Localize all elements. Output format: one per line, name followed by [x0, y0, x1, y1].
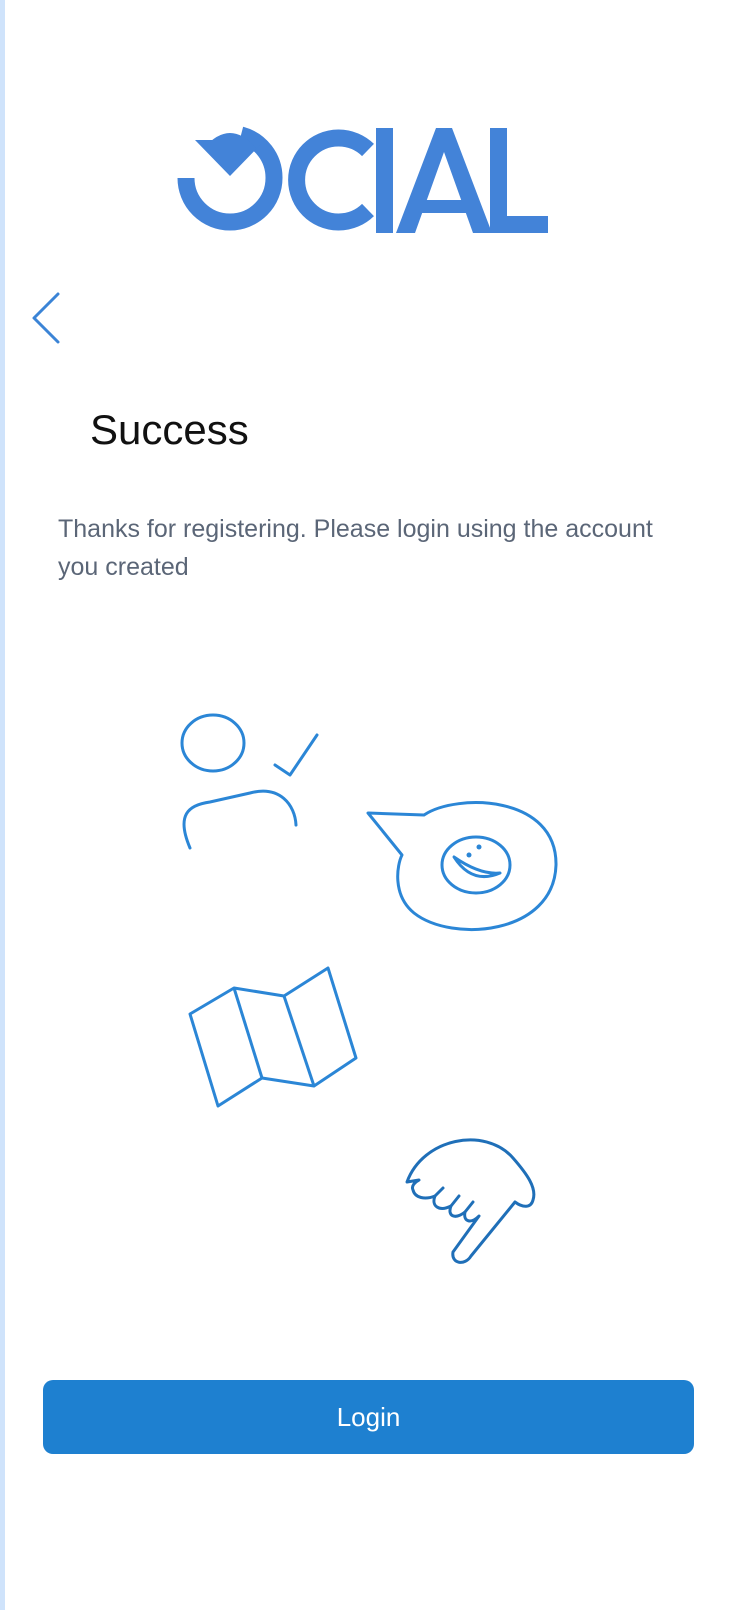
success-screen: Success Thanks for registering. Please l… — [0, 0, 750, 1610]
logo-letter-a — [396, 128, 492, 233]
logo-letter-i — [376, 128, 393, 233]
logo-letter-l — [490, 128, 548, 233]
map-icon — [188, 966, 358, 1108]
user-check-icon — [180, 713, 319, 850]
logo-o-mark — [177, 126, 283, 231]
success-message: Thanks for registering. Please login usi… — [58, 515, 653, 581]
left-edge-strip — [0, 0, 5, 1610]
back-chevron-icon[interactable] — [26, 288, 70, 348]
pointing-hand-icon — [405, 1138, 536, 1264]
page-title: Success — [90, 406, 249, 453]
chat-bubble-smile-icon — [366, 801, 558, 931]
login-button[interactable]: Login — [43, 1380, 694, 1454]
brand-logo — [177, 126, 548, 233]
logo-letter-c — [288, 129, 374, 231]
